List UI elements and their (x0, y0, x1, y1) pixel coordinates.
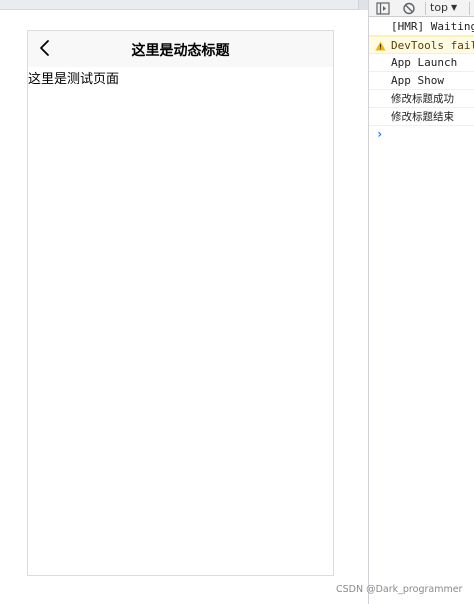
console-message-text: App Launch (391, 56, 458, 69)
prompt-chevron-icon: › (376, 127, 384, 141)
console-message-text: 修改标题结束 (391, 111, 454, 123)
console-toolbar: top ▼ (369, 0, 474, 17)
clear-console-icon (403, 2, 415, 15)
phone-simulator: 这里是动态标题 这里是测试页面 (27, 30, 334, 576)
clear-console-button[interactable] (401, 1, 417, 16)
devtools-console-panel: top ▼ [HMR] Waiting DevTools fail App Lau… (368, 0, 474, 604)
console-prompt[interactable]: › (369, 126, 474, 144)
console-message-text: App Show (391, 74, 444, 87)
watermark: CSDN @Dark_programmer (336, 584, 463, 595)
console-message-text: DevTools fail (391, 39, 474, 52)
context-selector[interactable]: top ▼ (430, 0, 457, 16)
console-message: 修改标题结束 (369, 108, 474, 126)
console-message: [HMR] Waiting (369, 18, 474, 36)
console-message: App Launch (369, 54, 474, 72)
console-message-text: [HMR] Waiting (391, 20, 474, 33)
console-message: App Show (369, 72, 474, 90)
console-message-text: 修改标题成功 (391, 93, 454, 105)
sidebar-toggle-icon (376, 2, 390, 15)
toolbar-divider-right (469, 2, 470, 15)
sidebar-toggle-button[interactable] (375, 1, 391, 16)
console-warning-message: DevTools fail (369, 36, 474, 54)
warning-icon (375, 41, 386, 51)
navigation-bar: 这里是动态标题 (28, 31, 333, 67)
page-content-text: 这里是测试页面 (28, 72, 120, 87)
top-strip-corner (358, 0, 368, 10)
console-message: 修改标题成功 (369, 90, 474, 108)
browser-top-strip (0, 0, 368, 10)
nav-title: 这里是动态标题 (131, 43, 230, 59)
dropdown-arrow-icon: ▼ (451, 3, 458, 12)
toolbar-divider (425, 2, 426, 15)
console-message-list: [HMR] Waiting DevTools fail App Launch A… (369, 18, 474, 144)
context-selector-value: top (430, 1, 449, 14)
